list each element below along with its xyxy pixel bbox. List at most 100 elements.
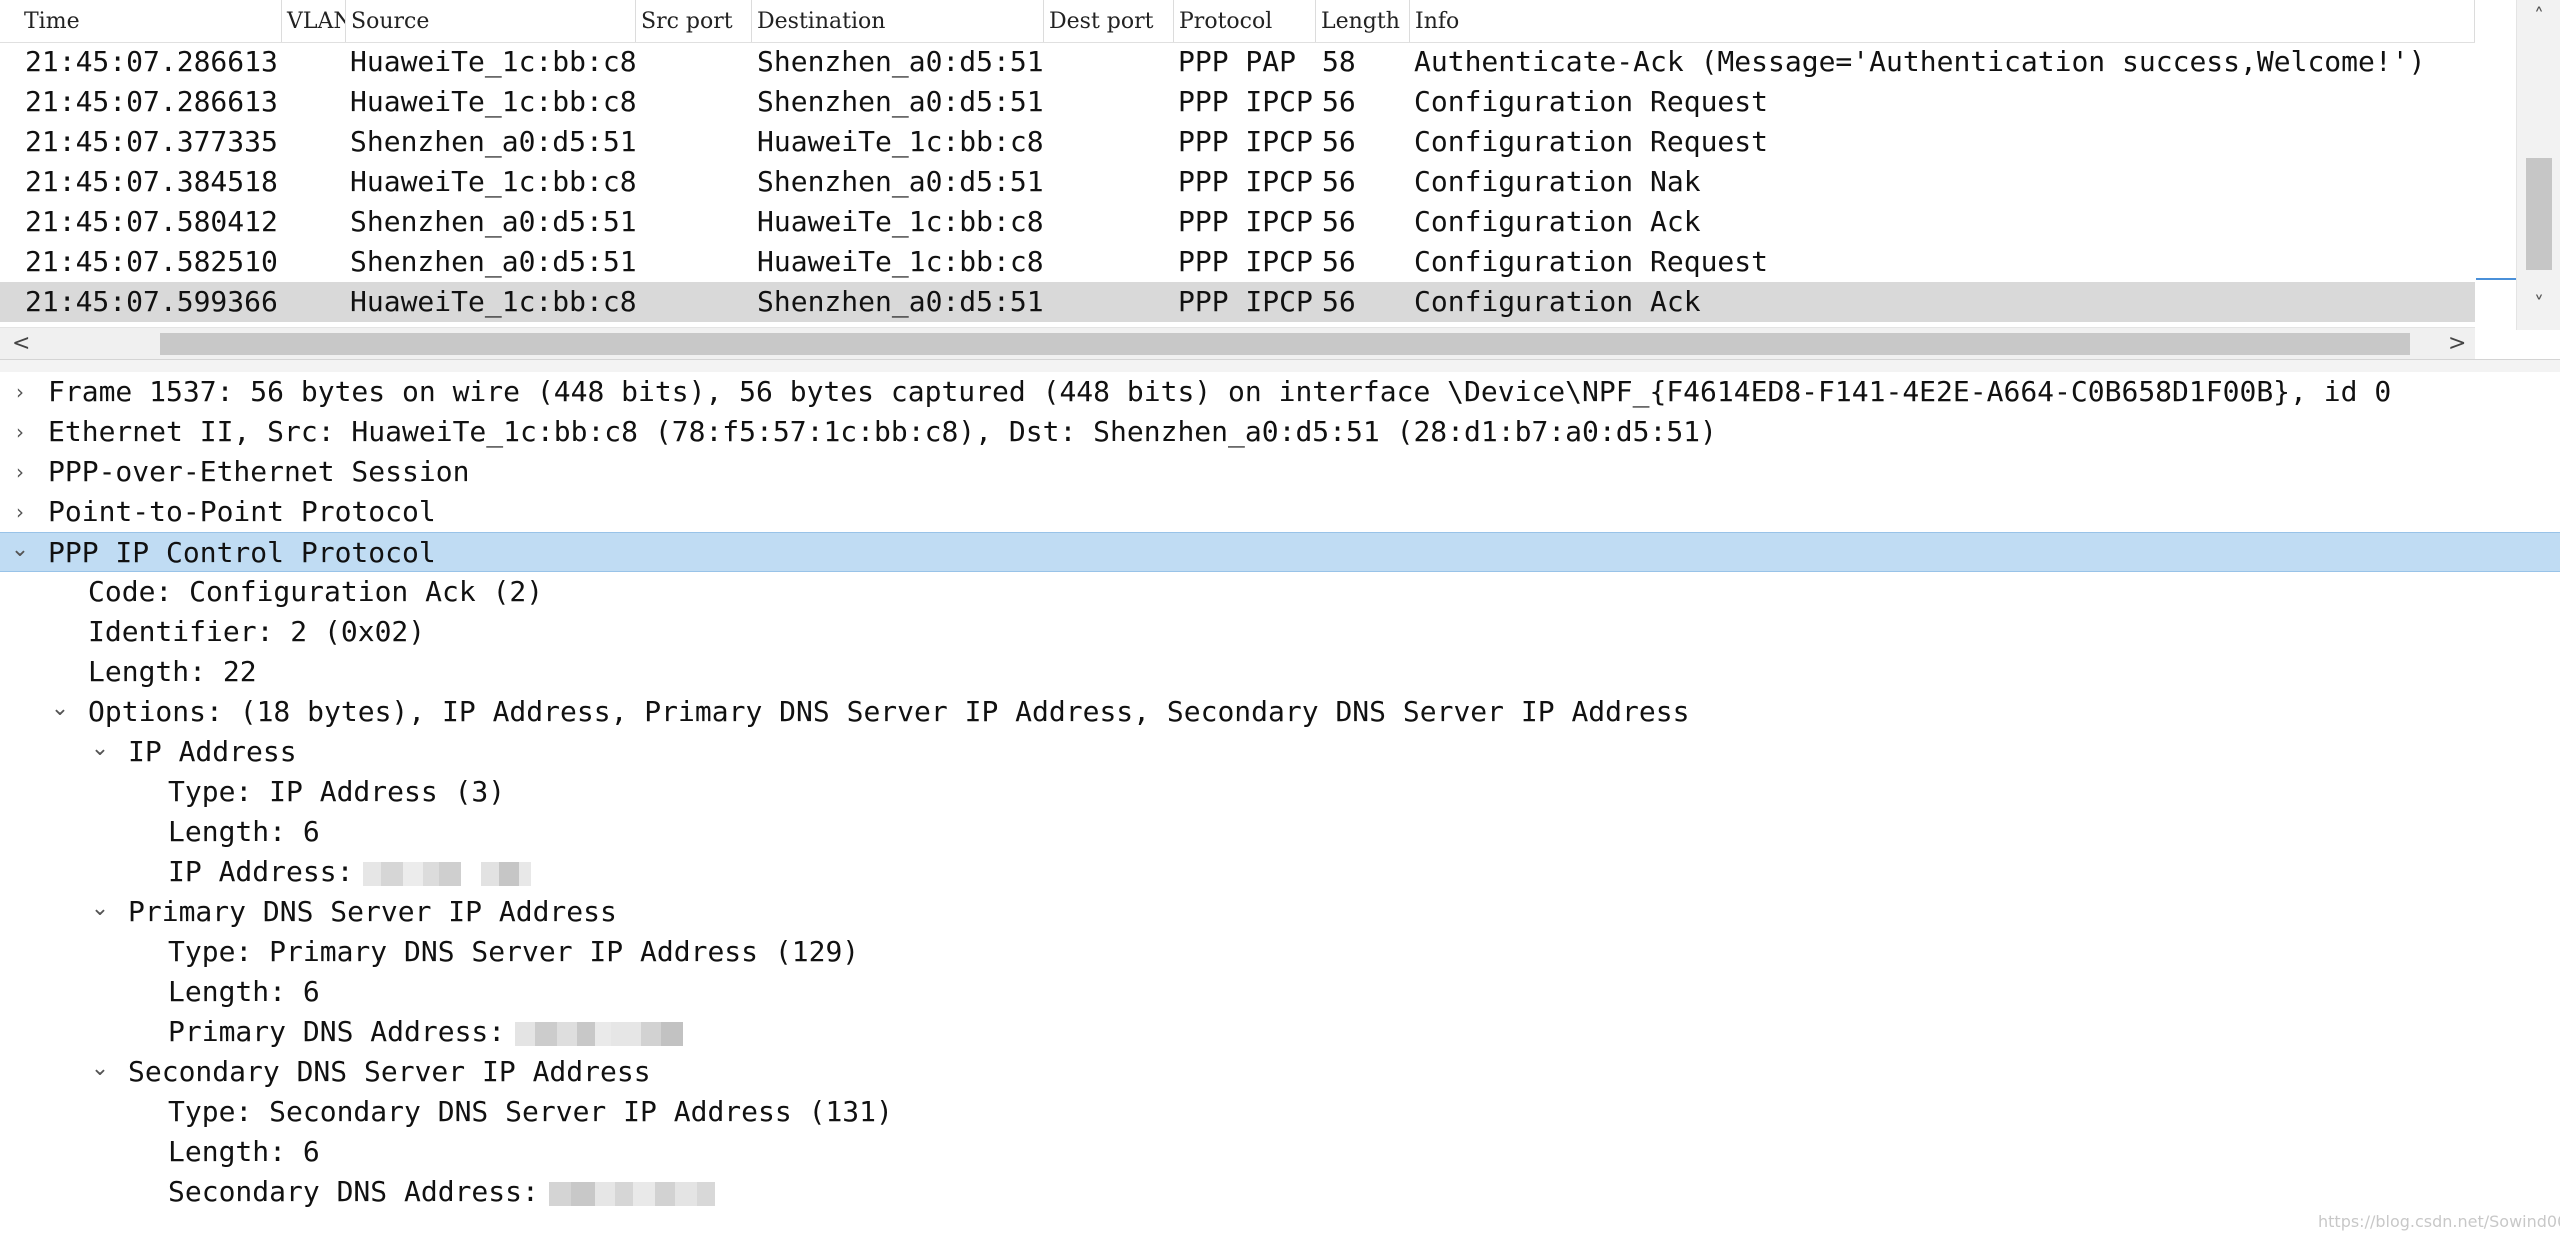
- packet-cell-source: Shenzhen_a0:d5:51: [350, 125, 636, 158]
- column-header-destination[interactable]: Destination: [752, 0, 1044, 42]
- packet-row[interactable]: 21:45:07.377335 Shenzhen_a0:d5:51 HuaweiTe…: [0, 122, 2475, 162]
- tree-row[interactable]: Primary DNS Address:: [0, 1012, 2560, 1052]
- column-header-time[interactable]: Time: [0, 0, 282, 42]
- tree-row[interactable]: IP Address:: [0, 852, 2560, 892]
- tree-row[interactable]: › Ethernet II, Src: HuaweiTe_1c:bb:c8 (78…: [0, 412, 2560, 452]
- tree-row[interactable]: Code: Configuration Ack (2): [0, 572, 2560, 612]
- packet-cell-length: 56: [1322, 245, 1356, 278]
- tree-row[interactable]: Identifier: 2 (0x02): [0, 612, 2560, 652]
- expanded-chevron-icon[interactable]: ⌄: [88, 892, 112, 932]
- packet-row[interactable]: 21:45:07.286613 HuaweiTe_1c:bb:c8 Shenzhen…: [0, 42, 2475, 82]
- packet-cell-destination: Shenzhen_a0:d5:51: [757, 165, 1044, 198]
- tree-item-label: Type: Primary DNS Server IP Address (129…: [168, 935, 860, 968]
- scroll-up-arrow-icon[interactable]: ˄: [2517, 4, 2560, 28]
- packet-cell-length: 58: [1322, 45, 1356, 78]
- packet-cell-destination: Shenzhen_a0:d5:51: [757, 85, 1044, 118]
- column-header-source[interactable]: Source: [346, 0, 636, 42]
- tree-row[interactable]: Length: 6: [0, 972, 2560, 1012]
- packet-cell-dest-port: [1049, 122, 1174, 162]
- packet-cell-protocol: PPP IPCP: [1178, 125, 1313, 158]
- tree-row[interactable]: Secondary DNS Address:: [0, 1172, 2560, 1212]
- tree-item-label: Secondary DNS Server IP Address: [128, 1055, 651, 1088]
- packet-cell-vlan: [287, 82, 346, 122]
- packet-cell-dest-port: [1049, 82, 1174, 122]
- scroll-right-arrow-icon[interactable]: >: [2448, 328, 2466, 360]
- packet-cell-destination: HuaweiTe_1c:bb:c8: [757, 125, 1044, 158]
- packet-row[interactable]: 21:45:07.384518 HuaweiTe_1c:bb:c8 Shenzhen…: [0, 162, 2475, 202]
- packet-cell-protocol: PPP PAP: [1178, 45, 1297, 78]
- packet-cell-protocol: PPP IPCP: [1178, 285, 1313, 318]
- column-header-length[interactable]: Length: [1316, 0, 1410, 42]
- column-header-vlan[interactable]: VLAN: [282, 0, 346, 42]
- column-header-dest-port[interactable]: Dest port: [1044, 0, 1174, 42]
- packet-cell-length: 56: [1322, 85, 1356, 118]
- collapsed-chevron-icon[interactable]: ›: [8, 372, 32, 412]
- packet-details-tree[interactable]: › Frame 1537: 56 bytes on wire (448 bits)…: [0, 372, 2560, 1244]
- tree-item-label: IP Address:: [168, 855, 354, 888]
- packet-cell-time: 21:45:07.384518: [25, 165, 278, 198]
- redacted-value: [548, 1172, 719, 1212]
- packet-cell-source: Shenzhen_a0:d5:51: [350, 205, 636, 238]
- tree-row[interactable]: › Point-to-Point Protocol: [0, 492, 2560, 532]
- tree-row[interactable]: Type: Secondary DNS Server IP Address (1…: [0, 1092, 2560, 1132]
- tree-row[interactable]: ⌄ Secondary DNS Server IP Address: [0, 1052, 2560, 1092]
- packet-cell-time: 21:45:07.580412: [25, 205, 278, 238]
- packet-cell-destination: Shenzhen_a0:d5:51: [757, 45, 1044, 78]
- collapsed-chevron-icon[interactable]: ›: [8, 452, 32, 492]
- tree-row[interactable]: › PPP-over-Ethernet Session: [0, 452, 2560, 492]
- column-header-info[interactable]: Info: [1410, 0, 2475, 42]
- scroll-left-arrow-icon[interactable]: <: [12, 328, 30, 360]
- expanded-chevron-icon[interactable]: ⌄: [88, 732, 112, 772]
- horizontal-scroll-thumb[interactable]: [160, 333, 2410, 355]
- tree-item-label: Frame 1537: 56 bytes on wire (448 bits),…: [48, 375, 2392, 408]
- pane-splitter[interactable]: [0, 359, 2560, 373]
- redacted-value: [515, 1012, 685, 1052]
- packet-cell-vlan: [287, 202, 346, 242]
- packet-cell-source: HuaweiTe_1c:bb:c8: [350, 165, 636, 198]
- tree-row[interactable]: ⌄ Options: (18 bytes), IP Address, Primar…: [0, 692, 2560, 732]
- packet-row[interactable]: 21:45:07.580412 Shenzhen_a0:d5:51 HuaweiTe…: [0, 202, 2475, 242]
- tree-row[interactable]: › Frame 1537: 56 bytes on wire (448 bits)…: [0, 372, 2560, 412]
- packet-cell-time: 21:45:07.582510: [25, 245, 278, 278]
- packet-cell-dest-port: [1049, 282, 1174, 322]
- packet-cell-dest-port: [1049, 42, 1174, 82]
- tree-row[interactable]: Length: 6: [0, 1132, 2560, 1172]
- expanded-chevron-icon[interactable]: ⌄: [88, 1052, 112, 1092]
- tree-row[interactable]: ⌄ IP Address: [0, 732, 2560, 772]
- packet-row[interactable]: 21:45:07.582510 Shenzhen_a0:d5:51 HuaweiTe…: [0, 242, 2475, 282]
- column-header-protocol[interactable]: Protocol: [1174, 0, 1316, 42]
- collapsed-chevron-icon[interactable]: ›: [8, 492, 32, 532]
- tree-row[interactable]: ⌄ PPP IP Control Protocol: [0, 532, 2560, 572]
- tree-row[interactable]: Length: 22: [0, 652, 2560, 692]
- vertical-scrollbar[interactable]: ˄ ˅: [2516, 0, 2560, 330]
- packet-row[interactable]: 21:45:07.286613 HuaweiTe_1c:bb:c8 Shenzhen…: [0, 82, 2475, 122]
- tree-row[interactable]: ⌄ Primary DNS Server IP Address: [0, 892, 2560, 932]
- tree-item-label: Point-to-Point Protocol: [48, 495, 436, 528]
- expanded-chevron-icon[interactable]: ⌄: [48, 692, 72, 732]
- packet-cell-info: Configuration Request: [1414, 125, 1769, 158]
- collapsed-chevron-icon[interactable]: ›: [8, 412, 32, 452]
- vertical-scroll-thumb[interactable]: [2526, 158, 2552, 270]
- tree-item-label: Length: 6: [168, 975, 320, 1008]
- packet-cell-source: HuaweiTe_1c:bb:c8: [350, 45, 636, 78]
- scroll-down-arrow-icon[interactable]: ˅: [2517, 292, 2560, 316]
- tree-item-label: Length: 6: [168, 815, 320, 848]
- expanded-chevron-icon[interactable]: ⌄: [8, 533, 32, 573]
- tree-row[interactable]: Type: Primary DNS Server IP Address (129…: [0, 932, 2560, 972]
- packet-cell-vlan: [287, 242, 346, 282]
- tree-row[interactable]: Type: IP Address (3): [0, 772, 2560, 812]
- column-header-src-port[interactable]: Src port: [636, 0, 752, 42]
- tree-item-label: Primary DNS Server IP Address: [128, 895, 617, 928]
- redacted-value: [363, 852, 533, 892]
- tree-item-label: Length: 6: [168, 1135, 320, 1168]
- packet-row[interactable]: 21:45:07.599366 HuaweiTe_1c:bb:c8 Shenzhen…: [0, 282, 2475, 322]
- packet-cell-src-port: [641, 122, 752, 162]
- tree-item-label: Secondary DNS Address:: [168, 1175, 539, 1208]
- tree-item-label: Code: Configuration Ack (2): [88, 575, 544, 608]
- horizontal-scrollbar[interactable]: < >: [0, 327, 2475, 360]
- packet-list-pane[interactable]: TimeVLANSourceSrc portDestinationDest po…: [0, 0, 2560, 360]
- packet-list-header: TimeVLANSourceSrc portDestinationDest po…: [0, 0, 2475, 43]
- tree-row[interactable]: Length: 6: [0, 812, 2560, 852]
- packet-cell-length: 56: [1322, 125, 1356, 158]
- tree-item-label: Type: Secondary DNS Server IP Address (1…: [168, 1095, 893, 1128]
